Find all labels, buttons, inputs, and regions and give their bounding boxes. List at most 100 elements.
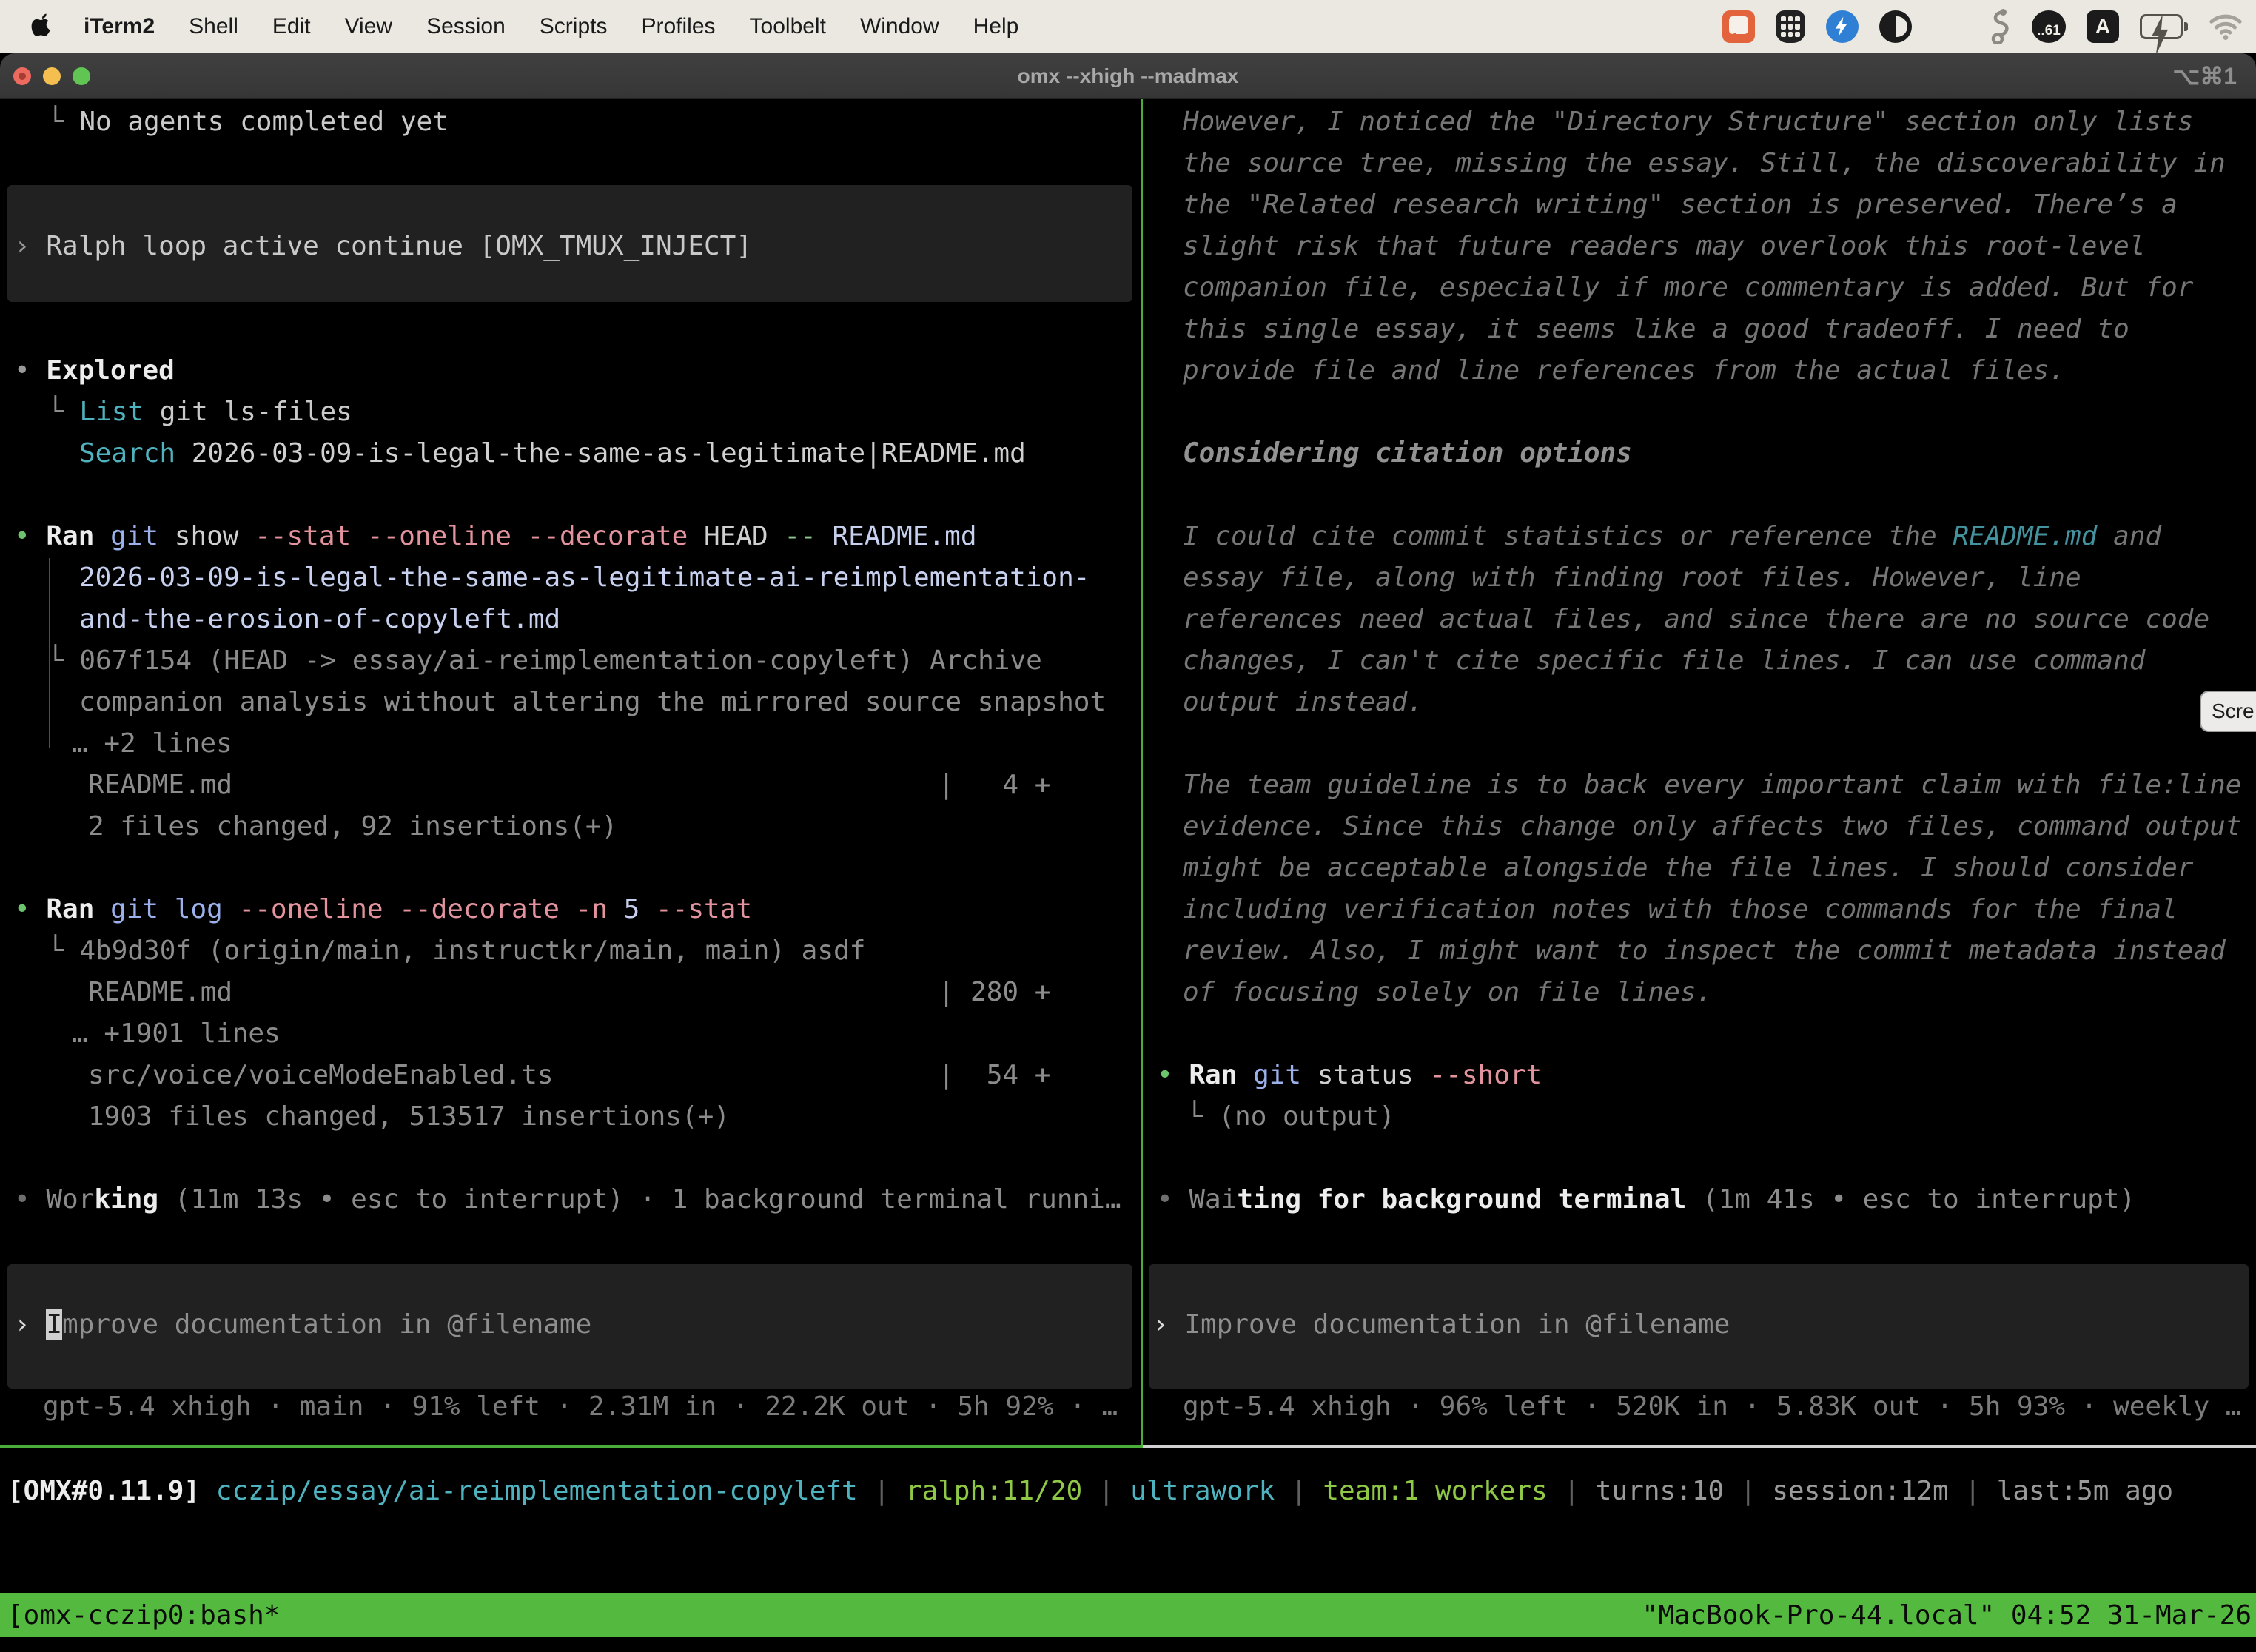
terminal-text-segment: ting for background terminal [1237,1184,1686,1215]
menu-item-help[interactable]: Help [956,14,1036,39]
terminal-text-segment: • [14,1184,46,1215]
ralph-banner: › Ralph loop active continue [OMX_TMUX_I… [14,226,752,267]
terminal-text-segment: List [79,397,144,427]
tmux-host-clock: "MacBook-Pro-44.local" 04:52 31-Mar-26 [1642,1600,2256,1631]
terminal-text-segment: Improve documentation in @filename [1184,1309,1730,1340]
git-show-out1: └ 067f154 (HEAD -> essay/ai-reimplementa… [47,640,1042,682]
iterm-window: omx --xhigh --madmax ⌥⌘1 [omx-cczip0:bas… [0,53,2256,1652]
pie-status-icon[interactable] [1879,10,1912,43]
terminal-content[interactable]: [omx-cczip0:bash* "MacBook-Pro-44.local"… [0,99,2256,1652]
waiting-status: • Waiting for background terminal (1m 41… [1157,1179,2135,1220]
battery-nub [2184,22,2188,31]
bolt-status-icon[interactable] [1826,10,1859,43]
terminal-text-segment: I [46,1309,62,1340]
menu-item-profiles[interactable]: Profiles [624,14,732,39]
chat-bubble-tail [1730,33,1740,43]
terminal-text-segment: | [1949,1476,1997,1506]
chat-app-icon[interactable] [1722,10,1755,43]
terminal-text-segment: --oneline --decorate -n [238,894,608,924]
explored-list: └ List git ls-files [47,392,352,433]
terminal-text-segment: | [1724,1476,1772,1506]
terminal-text-segment: 5 [608,894,656,924]
menu-item-window[interactable]: Window [843,14,956,39]
terminal-text-segment: show [158,521,255,551]
terminal-text-segment: └ [47,645,79,676]
tmux-session-name: [omx-cczip0:bash* [0,1600,280,1631]
menu-item-session[interactable]: Session [409,14,523,39]
terminal-text-segment: mprove documentation in @filename [62,1309,591,1340]
git-log-out3: … +1901 lines [72,1013,281,1055]
right-heading: Considering citation options [1183,433,1632,474]
terminal-text-segment: companion file, especially if more comme… [1183,272,2193,303]
menu-items: iTerm2ShellEditViewSessionScriptsProfile… [67,14,1035,39]
terminal-text-segment: Explored [46,355,174,386]
terminal-text-segment [816,521,833,551]
terminal-text-segment [223,894,239,924]
pane-divider[interactable] [1141,99,1143,1448]
terminal-text-segment: • [14,894,46,924]
git-log-out5: 1903 files changed, 513517 insertions(+) [88,1096,730,1138]
assistant-a-badge[interactable]: A [2087,10,2119,43]
wifi-icon[interactable] [2209,12,2243,41]
menu-item-shell[interactable]: Shell [172,14,255,39]
terminal-text-segment: README.md | 4 + [88,770,1050,800]
terminal-text-segment: (1m 41s • esc to interrupt) [1686,1184,2135,1215]
terminal-text-segment: README.md | 280 + [88,977,1050,1007]
terminal-text-segment: (11m 13s • esc to interrupt) · 1 backgro… [158,1184,1121,1215]
menu-item-view[interactable]: View [328,14,409,39]
explored-search: Search 2026-03-09-is-legal-the-same-as-l… [79,433,1026,474]
terminal-text-segment: session:12m [1772,1476,1948,1506]
git-show-out3: … +2 lines [72,723,232,765]
left-model-status: gpt-5.4 xhigh · main · 91% left · 2.31M … [43,1386,1118,1428]
terminal-text-segment: and-the-erosion-of-copyleft.md [79,604,560,634]
terminal-text-segment: including verification notes with those … [1183,894,2178,924]
left-prompt-input: › Improve documentation in @filename [14,1304,591,1346]
window-title: omx --xhigh --madmax [0,53,2256,99]
terminal-text-segment: --short [1430,1060,1542,1090]
omx-status-line: [OMX#0.11.9] cczip/essay/ai-reimplementa… [7,1471,2173,1512]
right-para1-l5: companion file, especially if more comme… [1183,267,2193,309]
battery-percent-badge[interactable]: ..61 [2032,10,2066,43]
terminal-text-segment: this single essay, it seems like a good … [1183,314,2129,344]
screen-notification-peek[interactable]: Scre [2200,691,2256,732]
right-para3-l3: might be acceptable alongside the file l… [1183,847,2193,889]
left-pane-border [0,1446,1141,1448]
git-show-out4: README.md | 4 + [88,765,1050,806]
squiggle-status-icon[interactable] [1989,9,2011,44]
apple-menu-icon[interactable] [31,12,56,41]
tmux-status-bar: [omx-cczip0:bash* "MacBook-Pro-44.local"… [0,1593,2256,1637]
ran-git-log: • Ran git log --oneline --decorate -n 5 … [14,889,752,930]
terminal-text-segment: 067f154 (HEAD -> essay/ai-reimplementati… [79,645,1041,676]
git-log-out2: README.md | 280 + [88,972,1050,1013]
terminal-text-segment: --stat --oneline --decorate [255,521,688,551]
terminal-text-segment: └ [47,107,79,137]
menu-item-iterm2[interactable]: iTerm2 [67,14,172,39]
menu-item-scripts[interactable]: Scripts [523,14,625,39]
terminal-text-segment: gpt-5.4 xhigh · 96% left · 520K in · 5.8… [1183,1391,2241,1422]
screen-notification-text: Scre [2212,699,2255,723]
right-pane-border [1143,1446,2256,1448]
dots-grid-icon[interactable] [1933,9,1968,44]
menubar-status-icons: ..61 A [1722,0,2243,53]
terminal-text-segment: • [1157,1060,1189,1090]
terminal-text-segment: Ran [46,894,94,924]
working-status: • Working (11m 13s • esc to interrupt) ·… [14,1179,1121,1220]
battery-icon[interactable] [2140,14,2188,39]
terminal-text-segment: (no output) [1218,1101,1394,1132]
terminal-text-segment: src/voice/voiceModeEnabled.ts | 54 + [88,1060,1050,1090]
git-show-out2: companion analysis without altering the … [79,682,1106,723]
terminal-text-segment: └ [1186,1101,1218,1132]
keypad-shield-icon[interactable] [1776,10,1805,43]
right-para2-l5: output instead. [1183,682,1423,723]
terminal-text-segment: 2026-03-09-is-legal-the-same-as-legitima… [175,438,1026,469]
window-title-bar[interactable]: omx --xhigh --madmax ⌥⌘1 [0,53,2256,99]
terminal-text-segment: last:5m ago [1997,1476,2173,1506]
menu-item-toolbelt[interactable]: Toolbelt [733,14,843,39]
terminal-text-segment: essay file, along with finding root file… [1183,563,2081,593]
right-para1-l7: provide file and line references from th… [1183,350,2065,392]
ran-git-status: • Ran git status --short [1157,1055,1542,1096]
terminal-text-segment: › [1152,1309,1184,1340]
terminal-text-segment: 1903 files changed, 513517 insertions(+) [88,1101,730,1132]
menu-item-edit[interactable]: Edit [255,14,328,39]
terminal-text-segment: | [1548,1476,1596,1506]
